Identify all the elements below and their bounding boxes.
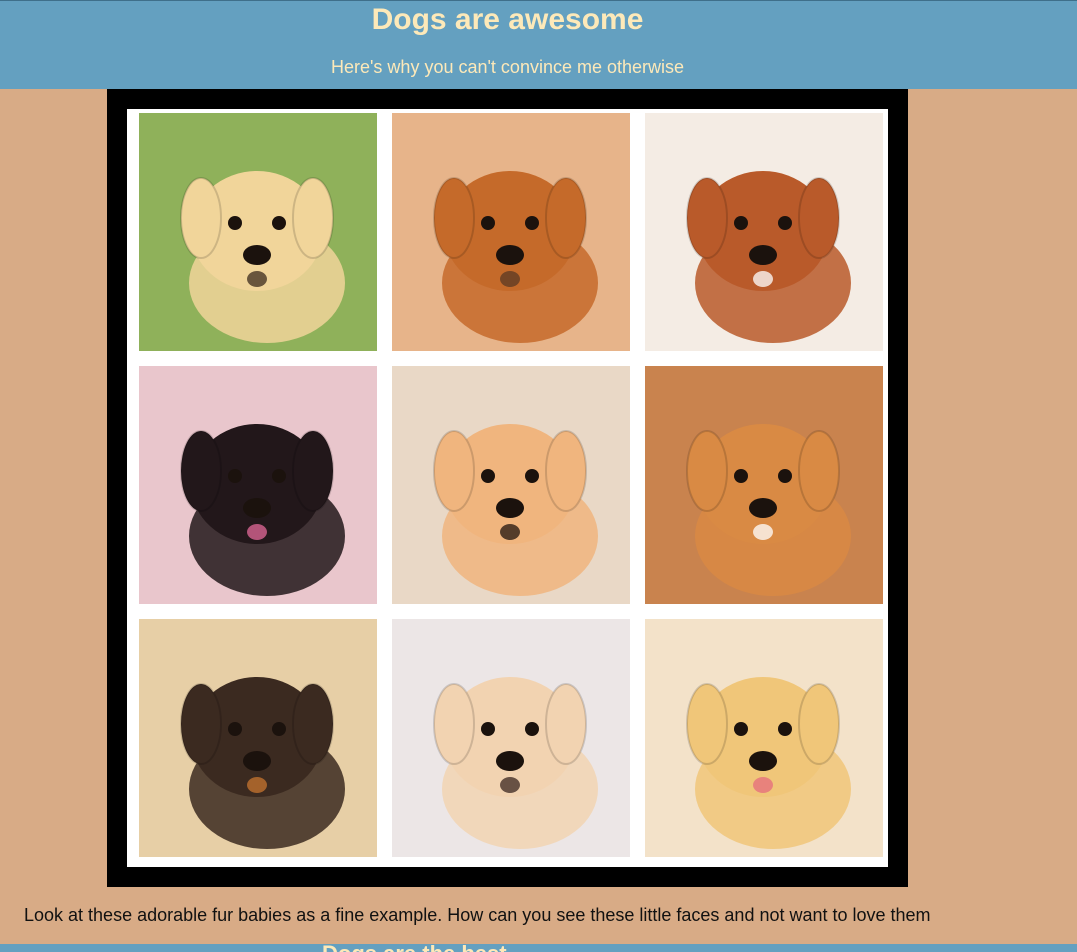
labrador-puppy-icon: [645, 619, 883, 857]
cream-puppy-lying-icon: [392, 366, 630, 604]
puppy-photo: [139, 366, 377, 604]
black-pug-puppy-icon: [139, 366, 377, 604]
sleeping-cavalier-puppy-icon: [645, 113, 883, 351]
puppy-photo: [645, 619, 883, 857]
page-subtitle: Here's why you can't convince me otherwi…: [330, 57, 685, 77]
puppy-photo: [392, 113, 630, 351]
puppy-photo: [139, 619, 377, 857]
page-title: Dogs are awesome: [371, 3, 644, 36]
rottweiler-puppy-icon: [139, 619, 377, 857]
golden-puppy-on-grass-icon: [139, 113, 377, 351]
puppy-photo: [392, 619, 630, 857]
next-section-heading: Dogs are the best: [322, 944, 507, 952]
bulldog-puppy-icon: [645, 366, 883, 604]
pekingese-puppy-icon: [392, 619, 630, 857]
puppy-photo: [645, 366, 883, 604]
page: Dogs are awesome Here's why you can't co…: [0, 0, 1077, 952]
puppy-photo: [392, 366, 630, 604]
next-section-header: Dogs are the best: [0, 944, 1077, 952]
orange-wrinkly-puppy-icon: [392, 113, 630, 351]
photo-frame: [107, 89, 908, 887]
page-header: Dogs are awesome Here's why you can't co…: [0, 0, 1077, 89]
gallery-caption: Look at these adorable fur babies as a f…: [24, 905, 931, 925]
puppy-collage-grid: [139, 113, 883, 857]
puppy-photo: [645, 113, 883, 351]
puppy-photo: [139, 113, 377, 351]
photo-mat: [127, 109, 888, 867]
